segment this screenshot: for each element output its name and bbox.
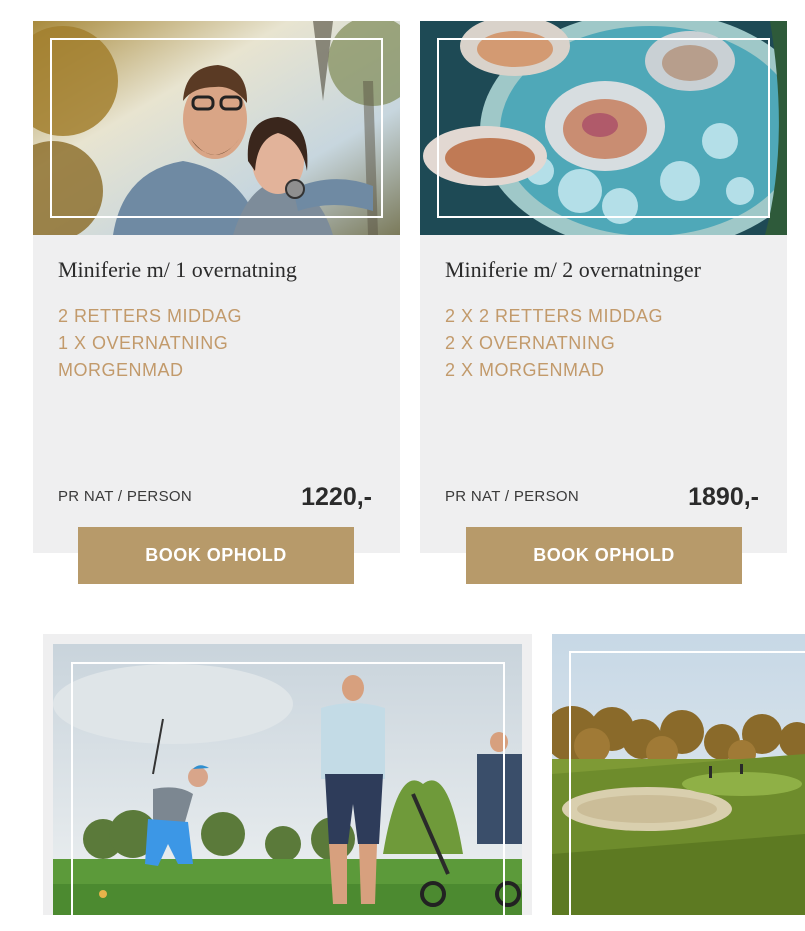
offer-features: 2 X 2 RETTERS MIDDAG 2 X OVERNATNING 2 X…	[445, 303, 663, 384]
feature-item: 1 X OVERNATNING	[58, 333, 229, 353]
golf-card-2	[552, 634, 805, 931]
couple-photo	[33, 21, 400, 235]
price-value: 1220,-	[301, 483, 372, 511]
price-label: PR NAT / PERSON	[445, 488, 579, 505]
price-label: PR NAT / PERSON	[58, 488, 192, 505]
golf-course-photo	[552, 634, 805, 915]
oysters-photo	[420, 21, 787, 235]
feature-item: 2 X MORGENMAD	[445, 360, 605, 380]
book-ophold-button[interactable]: BOOK OPHOLD	[466, 527, 742, 584]
offer-card-2: Miniferie m/ 2 overnatninger 2 X 2 RETTE…	[420, 21, 787, 553]
offer-title: Miniferie m/ 1 overnatning	[58, 257, 297, 282]
feature-item: 2 X 2 RETTERS MIDDAG	[445, 306, 664, 326]
book-ophold-button[interactable]: BOOK OPHOLD	[78, 527, 354, 584]
offer-title: Miniferie m/ 2 overnatninger	[445, 257, 701, 282]
offer-features: 2 RETTERS MIDDAG 1 X OVERNATNING MORGENM…	[58, 303, 242, 384]
feature-item: MORGENMAD	[58, 360, 184, 380]
price-value: 1890,-	[688, 483, 759, 511]
feature-item: 2 X OVERNATNING	[445, 333, 616, 353]
golf-card-1	[43, 634, 532, 922]
offer-card-1: Miniferie m/ 1 overnatning 2 RETTERS MID…	[33, 21, 400, 553]
feature-item: 2 RETTERS MIDDAG	[58, 306, 243, 326]
golfers-photo	[53, 644, 522, 915]
